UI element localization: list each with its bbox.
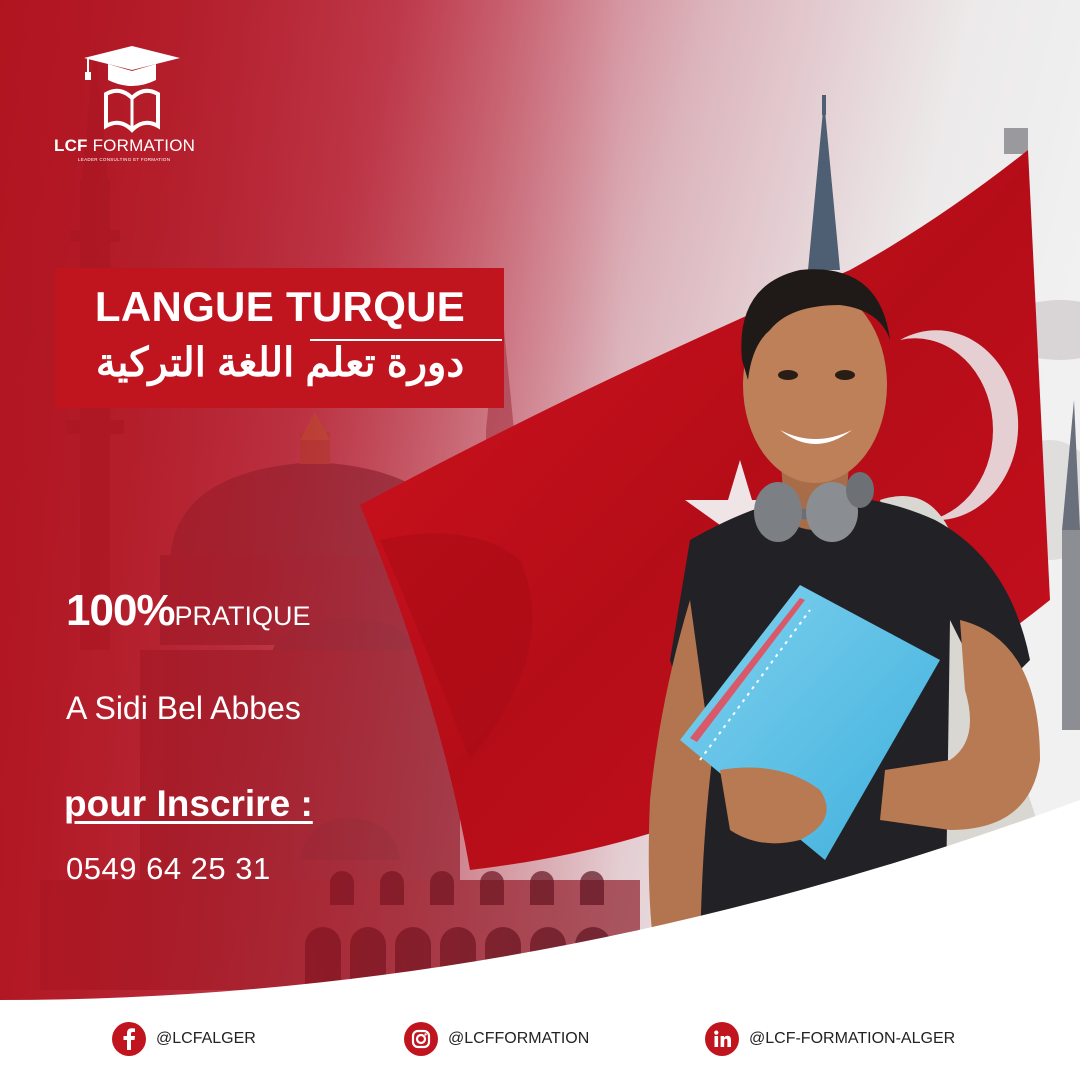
facebook-handle: @LCFALGER: [156, 1030, 256, 1047]
practice-percent: 100%: [66, 586, 176, 635]
location-text: A Sidi Bel Abbes: [66, 690, 301, 726]
brand-name: LCF FORMATION: [54, 136, 196, 155]
signup-label: pour Inscrire :: [64, 783, 313, 824]
promo-poster: LCF FORMATION LEADER CONSULTING ET FORMA…: [0, 0, 1080, 1080]
social-instagram[interactable]: @LCFFORMATION: [404, 1020, 589, 1058]
facebook-icon: [112, 1022, 146, 1056]
title-arabic: دورة تعلم اللغة التركية: [95, 341, 465, 385]
social-facebook[interactable]: @LCFALGER: [112, 1020, 256, 1058]
title-french: LANGUE TURQUE: [94, 283, 466, 330]
linkedin-handle: @LCF-FORMATION-ALGER: [749, 1030, 956, 1047]
phone-number[interactable]: 0549 64 25 31: [66, 851, 271, 887]
practice-claim: 100%PRATIQUE: [66, 586, 311, 636]
linkedin-icon: [705, 1022, 739, 1056]
instagram-icon: [404, 1022, 438, 1056]
instagram-handle: @LCFFORMATION: [448, 1030, 590, 1047]
social-linkedin[interactable]: @LCF-FORMATION-ALGER: [705, 1020, 955, 1058]
brand-tagline: LEADER CONSULTING ET FORMATION: [78, 157, 171, 162]
practice-label: PRATIQUE: [174, 601, 311, 631]
